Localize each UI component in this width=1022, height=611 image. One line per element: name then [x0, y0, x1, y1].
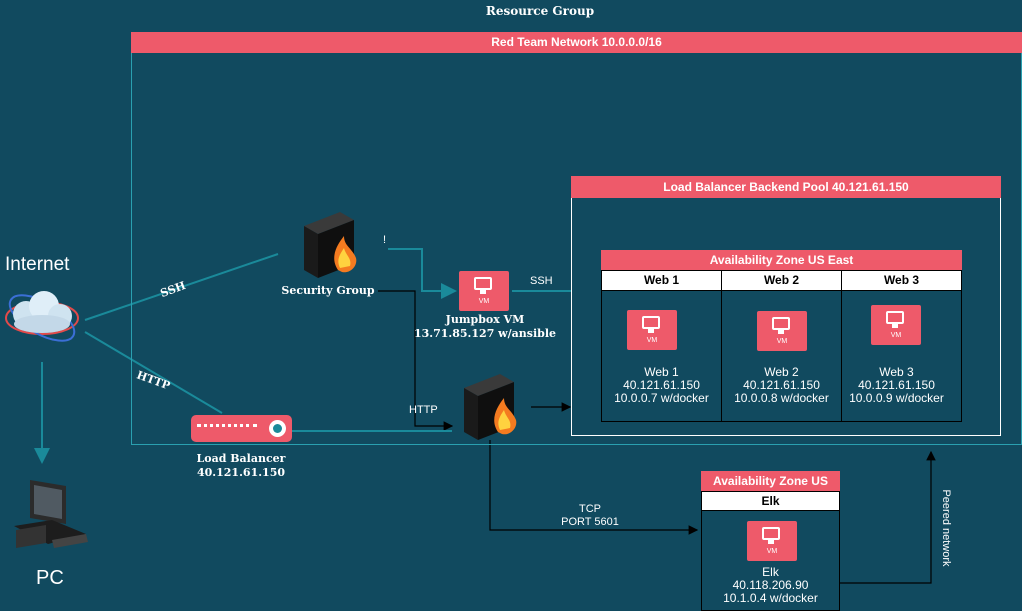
port-lights [197, 424, 257, 430]
load-balancer-label: Load Balancer 40.121.61.150 [196, 452, 286, 479]
http-lb-label: HTTP [409, 404, 438, 416]
vm-icon: VM [627, 310, 677, 350]
vm-icon: VM [871, 305, 921, 345]
vm-icon: VM [459, 271, 509, 311]
vm-icon: VM [757, 311, 807, 351]
ssh-jumpbox-label: SSH [530, 275, 553, 287]
peered-network-label: Peered network [940, 489, 952, 567]
security-group-label: Security Group [281, 284, 375, 297]
backend-pool-header: Load Balancer Backend Pool 40.121.61.150 [571, 176, 1001, 198]
tcp-port-label: TCP PORT 5601 [561, 503, 619, 528]
jumpbox-label: Jumpbox VM 13.71.85.127 w/ansible [413, 313, 557, 340]
edge-peered [840, 450, 936, 584]
elk-header: Elk [701, 491, 840, 511]
zone-east-header: Availability Zone US East [601, 250, 962, 270]
load-balancer-device [191, 415, 292, 442]
elk-info: Elk 40.118.206.90 10.1.0.4 w/docker [723, 565, 818, 605]
internet-label: Internet [5, 254, 70, 275]
web1-header: Web 1 [601, 270, 722, 291]
zone-west-header: Availability Zone US West [701, 471, 840, 508]
web1-info: Web 1 40.121.61.150 10.0.0.7 w/docker [614, 365, 709, 405]
web3-header: Web 3 [841, 270, 962, 291]
tick-mark: ! [383, 234, 387, 246]
web3-info: Web 3 40.121.61.150 10.0.0.9 w/docker [849, 365, 944, 405]
vm-icon: VM [747, 521, 797, 561]
network-icon [269, 420, 286, 437]
pc-label: PC [36, 567, 64, 589]
web2-info: Web 2 40.121.61.150 10.0.0.8 w/docker [734, 365, 829, 405]
resource-group-title: Resource Group [485, 4, 595, 18]
network-header: Red Team Network 10.0.0.0/16 [131, 32, 1022, 53]
web2-header: Web 2 [721, 270, 842, 291]
